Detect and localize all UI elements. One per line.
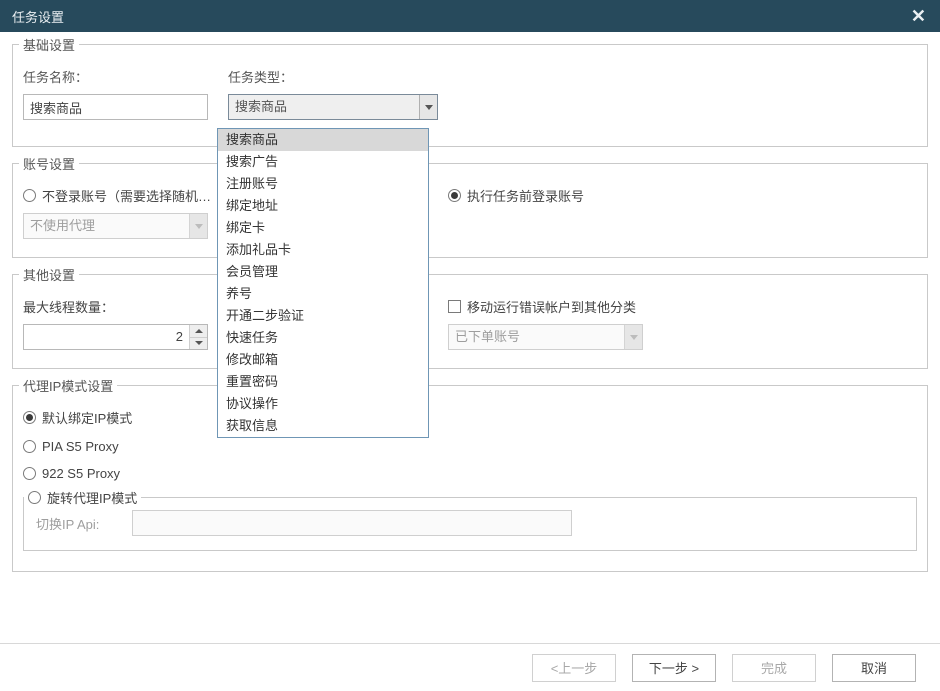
max-threads-decrease[interactable] <box>190 337 207 350</box>
wizard-footer: <上一步 下一步 > 完成 取消 <box>0 643 940 691</box>
task-name-input[interactable] <box>23 94 208 120</box>
rotating-api-input[interactable] <box>132 510 572 536</box>
max-threads-value: 2 <box>24 325 189 349</box>
label-task-name: 任务名称： <box>23 67 228 86</box>
task-type-option[interactable]: 协议操作 <box>218 393 428 415</box>
task-type-option[interactable]: 修改邮箱 <box>218 349 428 371</box>
task-type-selected-text: 搜索商品 <box>229 95 419 119</box>
radio-ip-pia-label: PIA S5 Proxy <box>42 439 119 454</box>
task-type-option[interactable]: 快速任务 <box>218 327 428 349</box>
radio-no-login[interactable]: 不登录账号（需要选择随机… <box>23 186 211 205</box>
row-rotating-api: 切换IP Api: <box>36 510 904 536</box>
window-title: 任务设置 <box>12 7 64 26</box>
finish-button[interactable]: 完成 <box>732 654 816 682</box>
max-threads-spinner[interactable]: 2 <box>23 324 208 350</box>
task-type-option[interactable]: 注册账号 <box>218 173 428 195</box>
radio-ip-rotating-wrap: 旋转代理IP模式 <box>24 488 141 507</box>
label-task-type: 任务类型： <box>228 67 433 86</box>
task-type-dropdown-list[interactable]: 搜索商品搜索广告注册账号绑定地址绑定卡添加礼品卡会员管理养号开通二步验证快速任务… <box>217 128 429 438</box>
task-type-option[interactable]: 会员管理 <box>218 261 428 283</box>
proxy-select[interactable]: 不使用代理 <box>23 213 208 239</box>
row-other-top: 最大线程数量： 移动运行错误帐户到其他分类 <box>23 297 917 316</box>
task-type-option[interactable]: 获取信息 <box>218 415 428 437</box>
task-type-option[interactable]: 开通二步验证 <box>218 305 428 327</box>
error-category-select[interactable]: 已下单账号 <box>448 324 643 350</box>
checkbox-move-error-account-label: 移动运行错误帐户到其他分类 <box>467 297 636 316</box>
legend-account: 账号设置 <box>19 154 79 173</box>
close-icon[interactable]: ✕ <box>907 6 930 27</box>
chevron-down-icon <box>630 335 638 340</box>
group-basic-settings: 基础设置 任务名称： 任务类型： 搜索商品 <box>12 44 928 147</box>
max-threads-increase[interactable] <box>190 325 207 337</box>
error-category-select-text: 已下单账号 <box>449 325 624 349</box>
checkbox-move-error-account[interactable]: 移动运行错误帐户到其他分类 <box>448 297 636 316</box>
task-type-option[interactable]: 搜索商品 <box>218 129 428 151</box>
task-type-option[interactable]: 绑定地址 <box>218 195 428 217</box>
radio-ip-default-label: 默认绑定IP模式 <box>42 408 132 427</box>
radio-no-login-label: 不登录账号（需要选择随机… <box>42 186 211 205</box>
radio-ip-pia[interactable]: PIA S5 Proxy <box>23 439 917 454</box>
task-type-option[interactable]: 绑定卡 <box>218 217 428 239</box>
radio-login-first[interactable]: 执行任务前登录账号 <box>448 186 584 205</box>
row-basic-labels: 任务名称： 任务类型： <box>23 67 917 86</box>
legend-other: 其他设置 <box>19 265 79 284</box>
group-rotating-proxy: 旋转代理IP模式 切换IP Api: <box>23 497 917 551</box>
task-type-option[interactable]: 搜索广告 <box>218 151 428 173</box>
legend-ip-mode: 代理IP模式设置 <box>19 376 117 395</box>
row-account-radios: 不登录账号（需要选择随机… 执行任务前登录账号 <box>23 186 917 205</box>
proxy-select-dropdown-button[interactable] <box>189 214 207 238</box>
radio-ip-rotating-label: 旋转代理IP模式 <box>47 488 137 507</box>
legend-basic: 基础设置 <box>19 35 79 54</box>
title-bar: 任务设置 ✕ <box>0 0 940 32</box>
next-button[interactable]: 下一步 > <box>632 654 716 682</box>
group-ip-mode: 代理IP模式设置 默认绑定IP模式 PIA S5 Proxy 922 S5 Pr… <box>12 385 928 572</box>
row-account-proxy: 不使用代理 <box>23 213 917 239</box>
task-type-dropdown-button[interactable] <box>419 95 437 119</box>
cancel-button[interactable]: 取消 <box>832 654 916 682</box>
label-rotating-api: 切换IP Api: <box>36 514 126 533</box>
chevron-down-icon <box>425 105 433 110</box>
chevron-down-icon <box>195 341 203 345</box>
radio-ip-922-label: 922 S5 Proxy <box>42 466 120 481</box>
task-type-select[interactable]: 搜索商品 <box>228 94 438 120</box>
radio-ip-default[interactable]: 默认绑定IP模式 <box>23 408 917 427</box>
row-other-inputs: 2 已下单账号 <box>23 324 917 350</box>
proxy-select-text: 不使用代理 <box>24 214 189 238</box>
radio-ip-rotating[interactable]: 旋转代理IP模式 <box>28 488 137 507</box>
task-type-option[interactable]: 重置密码 <box>218 371 428 393</box>
chevron-up-icon <box>195 329 203 333</box>
group-other-settings: 其他设置 最大线程数量： 移动运行错误帐户到其他分类 2 <box>12 274 928 369</box>
radio-login-first-label: 执行任务前登录账号 <box>467 186 584 205</box>
group-account-settings: 账号设置 不登录账号（需要选择随机… 执行任务前登录账号 不使用代理 <box>12 163 928 258</box>
row-basic-inputs: 搜索商品 <box>23 94 917 120</box>
prev-button[interactable]: <上一步 <box>532 654 616 682</box>
dialog-body: 基础设置 任务名称： 任务类型： 搜索商品 账号设置 <box>0 32 940 643</box>
chevron-down-icon <box>195 224 203 229</box>
error-category-dropdown-button[interactable] <box>624 325 642 349</box>
task-type-option[interactable]: 养号 <box>218 283 428 305</box>
task-type-option[interactable]: 添加礼品卡 <box>218 239 428 261</box>
radio-ip-922[interactable]: 922 S5 Proxy <box>23 466 917 481</box>
